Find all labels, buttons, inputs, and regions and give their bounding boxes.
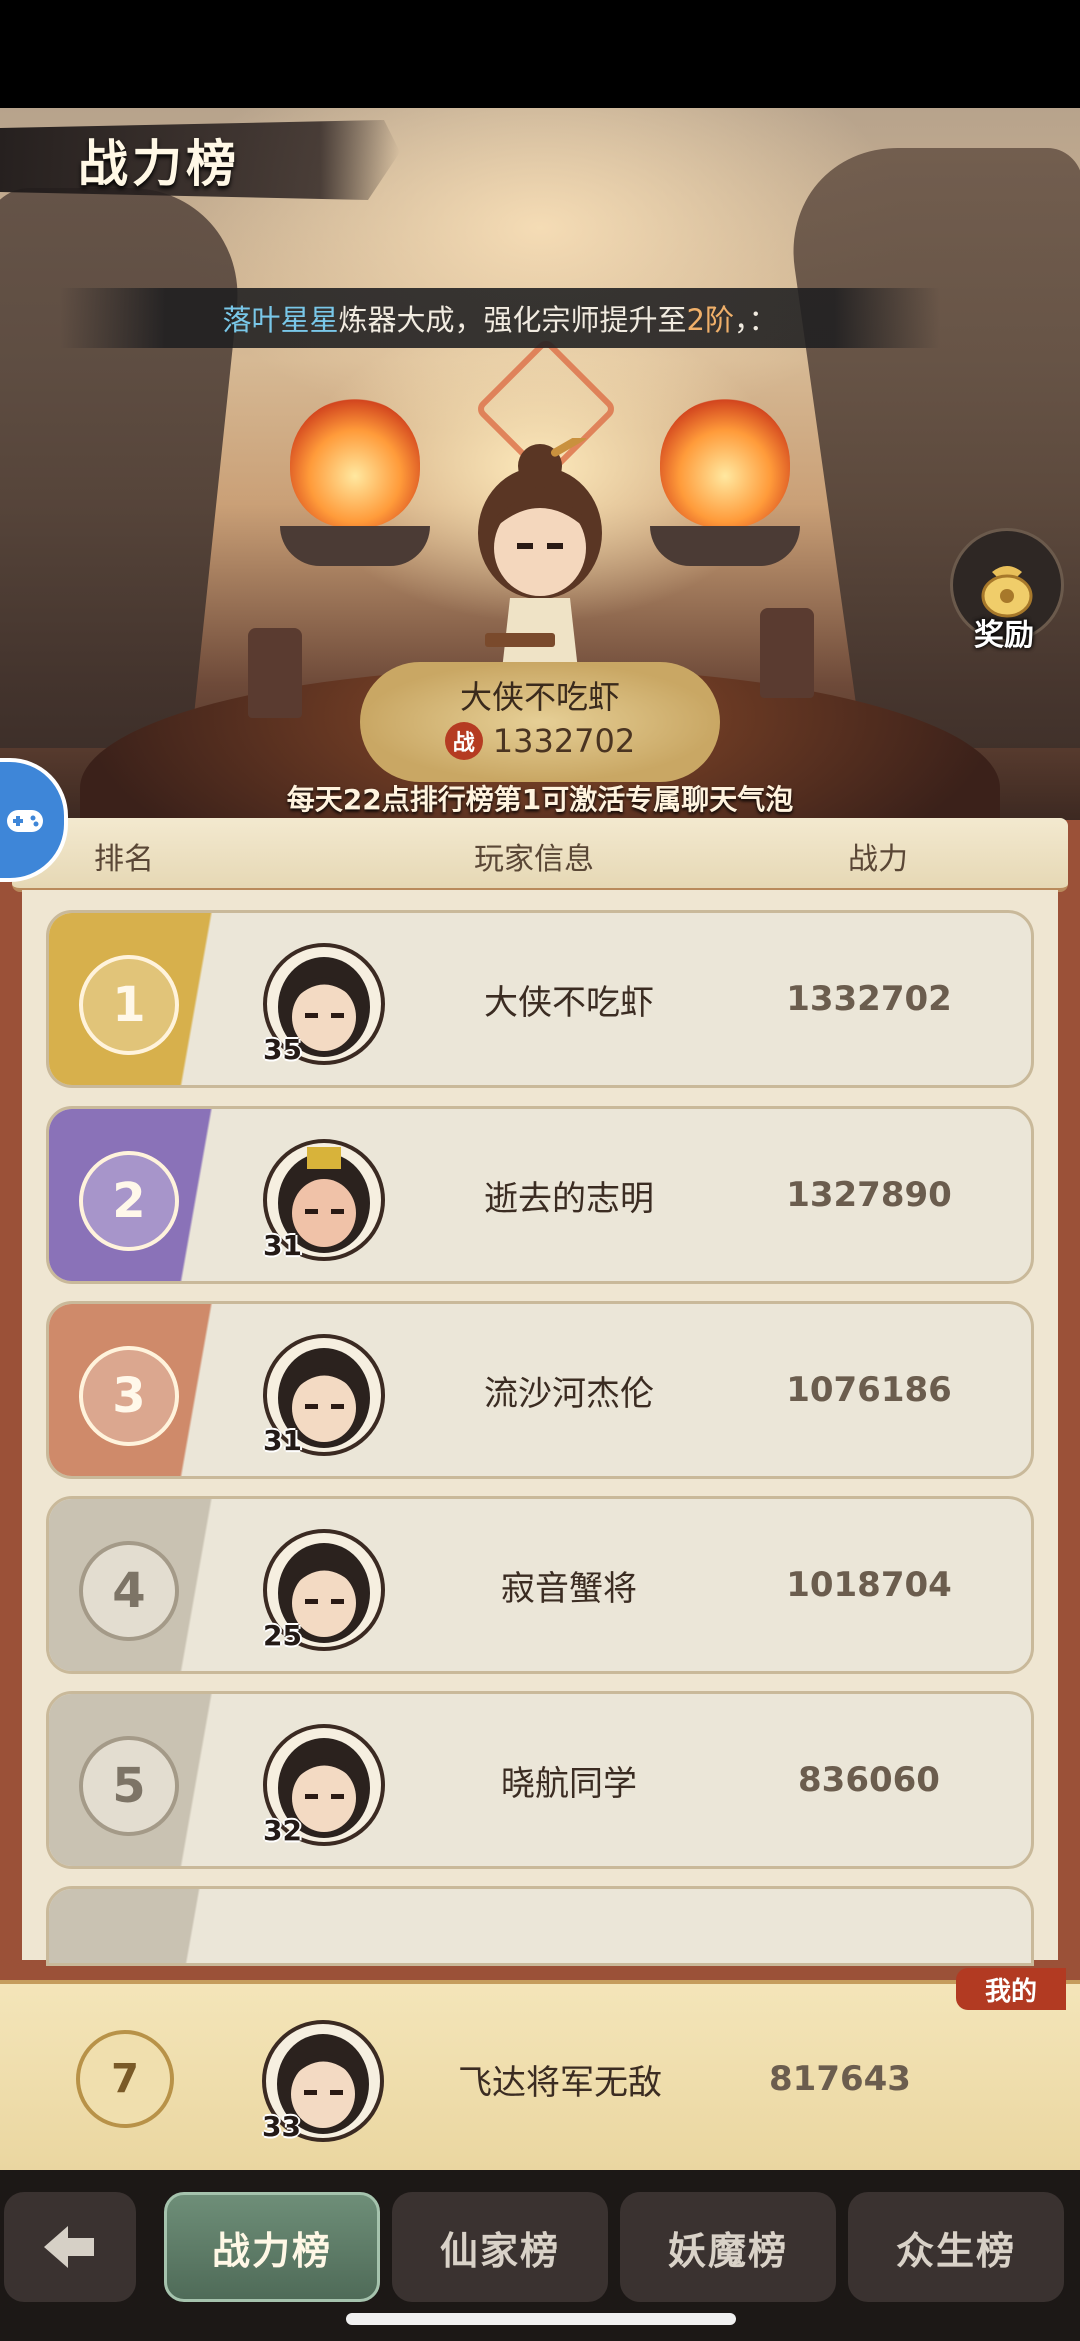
gamepad-icon bbox=[7, 810, 43, 832]
player-level: 31 bbox=[263, 1424, 302, 1457]
daily-notice: 每天22点排行榜第1可激活专属聊天气泡 bbox=[286, 783, 794, 816]
tab-demon-rank[interactable]: 妖魔榜 bbox=[620, 2192, 836, 2302]
champion-name: 大侠不吃虾 bbox=[459, 678, 620, 716]
reward-button[interactable]: 奖励 bbox=[950, 528, 1064, 658]
champion-power-row: 战 1332702 bbox=[360, 722, 720, 760]
rank-number: 3 bbox=[112, 1368, 146, 1424]
rank-medal: 3 bbox=[79, 1346, 179, 1446]
table-row[interactable]: 4 25 寂音蟹将 1018704 bbox=[46, 1496, 1034, 1674]
table-row[interactable]: 3 31 流沙河杰伦 1076186 bbox=[46, 1301, 1034, 1479]
tab-mortal-rank[interactable]: 众生榜 bbox=[848, 2192, 1064, 2302]
home-indicator[interactable] bbox=[346, 2313, 736, 2325]
table-row[interactable]: 1 35 大侠不吃虾 1332702 bbox=[46, 910, 1034, 1088]
marquee-text-a: 炼器大成，强化宗师提升至 bbox=[338, 303, 687, 337]
back-button[interactable] bbox=[4, 2192, 136, 2302]
rank-number: 2 bbox=[112, 1173, 146, 1229]
fire-right bbox=[660, 398, 790, 528]
page-title: 战力榜 bbox=[78, 135, 240, 193]
player-name: 流沙河杰伦 bbox=[484, 1373, 654, 1414]
rank-number: 4 bbox=[112, 1563, 146, 1619]
brazier-left bbox=[280, 526, 430, 566]
rank-swatch bbox=[49, 1889, 249, 1963]
column-player: 玩家信息 bbox=[474, 842, 594, 877]
tab-immortal-rank[interactable]: 仙家榜 bbox=[392, 2192, 608, 2302]
lantern-left bbox=[248, 628, 302, 718]
player-power: 1332702 bbox=[786, 979, 952, 1019]
rank-medal: 2 bbox=[79, 1151, 179, 1251]
rank-medal: 1 bbox=[79, 955, 179, 1055]
brazier-right bbox=[650, 526, 800, 566]
reward-label: 奖励 bbox=[974, 618, 1034, 653]
column-power: 战力 bbox=[848, 842, 908, 877]
marquee-level: 2阶 bbox=[686, 303, 734, 337]
player-level: 35 bbox=[263, 1033, 302, 1066]
status-bar bbox=[0, 0, 1080, 108]
rank-medal: 4 bbox=[79, 1541, 179, 1641]
my-level: 33 bbox=[262, 2110, 301, 2143]
arrow-left-icon bbox=[44, 2226, 94, 2268]
player-name: 逝去的志明 bbox=[484, 1178, 654, 1219]
player-name: 大侠不吃虾 bbox=[484, 982, 654, 1023]
player-name: 晓航同学 bbox=[501, 1763, 637, 1804]
player-power: 1076186 bbox=[786, 1370, 952, 1410]
my-rank-row[interactable]: 7 33 飞达将军无敌 817643 bbox=[0, 1980, 1080, 2174]
broadcast-marquee: 落叶星星 炼器大成，强化宗师提升至 2阶 ，： bbox=[60, 288, 940, 348]
power-badge-icon: 战 bbox=[444, 722, 483, 760]
rank-number: 1 bbox=[112, 977, 146, 1033]
table-row[interactable]: 5 32 晓航同学 836060 bbox=[46, 1691, 1034, 1869]
player-power: 1018704 bbox=[786, 1565, 952, 1605]
tab-power-rank[interactable]: 战力榜 bbox=[164, 2192, 380, 2302]
table-row-partial[interactable] bbox=[46, 1886, 1034, 1966]
lantern-right bbox=[760, 608, 814, 698]
cliff-right bbox=[777, 148, 1080, 748]
marquee-text-b: ，： bbox=[733, 303, 778, 337]
player-level: 32 bbox=[263, 1814, 302, 1847]
column-rank: 排名 bbox=[94, 842, 154, 877]
player-level: 31 bbox=[263, 1229, 302, 1262]
rank-medal: 5 bbox=[79, 1736, 179, 1836]
rank-number: 5 bbox=[112, 1758, 146, 1814]
table-row[interactable]: 2 31 逝去的志明 1327890 bbox=[46, 1106, 1034, 1284]
my-power: 817643 bbox=[769, 2059, 911, 2099]
my-rank-tag: 我的 bbox=[956, 1968, 1066, 2010]
champion-power: 1332702 bbox=[492, 722, 636, 760]
cliff-left bbox=[0, 188, 250, 748]
marquee-player-name: 落叶星星 bbox=[222, 303, 339, 337]
fire-left bbox=[290, 398, 420, 528]
player-power: 836060 bbox=[798, 1760, 940, 1800]
my-rank-badge: 7 bbox=[76, 2030, 174, 2128]
player-name: 寂音蟹将 bbox=[501, 1568, 637, 1609]
player-level: 25 bbox=[263, 1619, 302, 1652]
my-name: 飞达将军无敌 bbox=[458, 2062, 662, 2103]
player-power: 1327890 bbox=[786, 1175, 952, 1215]
